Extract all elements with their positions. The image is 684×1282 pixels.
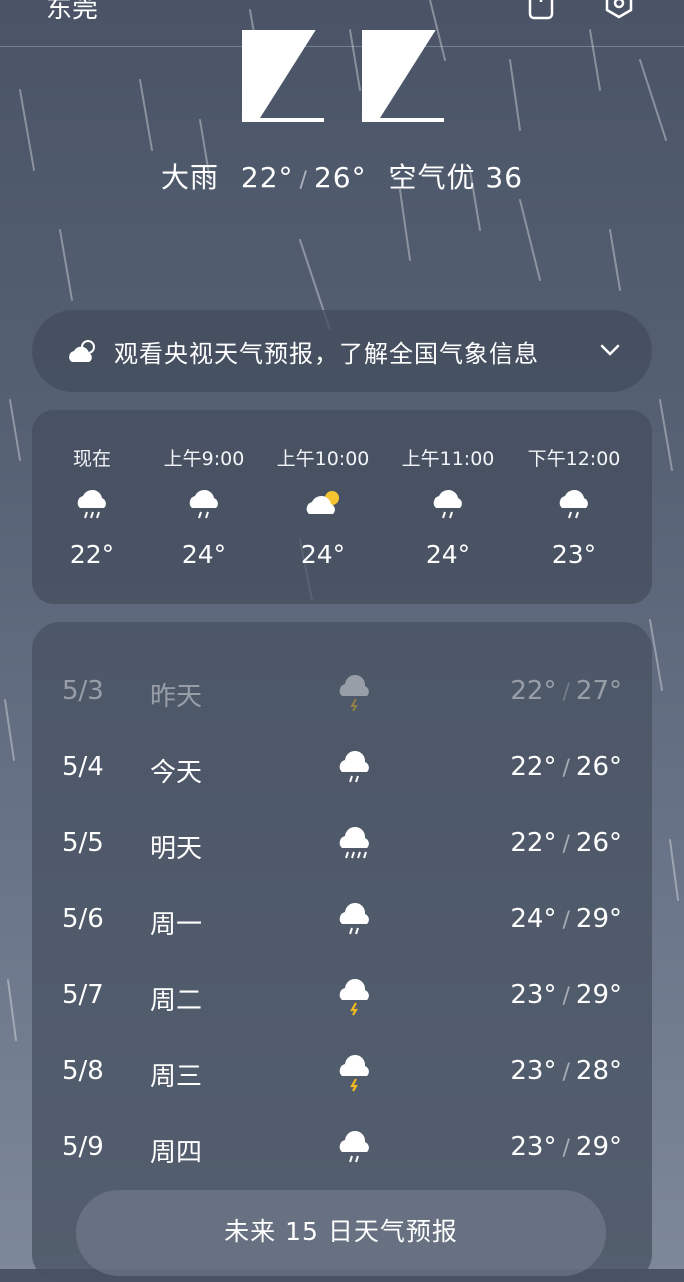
day-date: 5/9 [62, 1132, 104, 1162]
thunder-cloud-icon [339, 1054, 369, 1092]
15-day-forecast-button[interactable]: 未来 15 日天气预报 [76, 1190, 606, 1276]
day-high: 26° [575, 752, 622, 782]
daily-forecast: 5/3 昨天 22°/27° 5/4 今天 22°/26° 5/5 明天 22°… [32, 622, 652, 1282]
temp-separator: / [562, 908, 570, 933]
hour-temp: 23° [551, 540, 597, 569]
day-label: 明天 [150, 834, 203, 864]
daily-row[interactable]: 5/7 周二 23°/29° [32, 968, 652, 1028]
day-low: 22° [510, 676, 557, 706]
temp-separator: / [562, 680, 570, 705]
air-quality[interactable]: 空气优 36 [389, 161, 524, 194]
hour-temp: 24° [300, 540, 346, 569]
cctv-forecast-banner[interactable]: 观看央视天气预报，了解全国气象信息 [32, 310, 652, 392]
hour-temp: 22° [69, 540, 115, 569]
day-high: 27° [575, 676, 622, 706]
hourly-forecast[interactable]: 现在 22° 上午9:00 24° 上午10:00 24° 上午11:00 24… [32, 410, 652, 604]
rain-cloud-icon [339, 902, 369, 935]
day-label: 今天 [150, 758, 203, 788]
heavy-rain-cloud-icon [339, 826, 369, 859]
rain-cloud-icon [189, 489, 218, 519]
day-low: 22° [510, 752, 557, 782]
daily-row[interactable]: 5/3 昨天 22°/27° [32, 664, 652, 724]
day-high: 29° [575, 1132, 622, 1162]
hour-time: 上午11:00 [401, 448, 495, 470]
city-name[interactable]: 东莞 [46, 0, 98, 25]
thunder-cloud-icon [339, 978, 369, 1016]
daily-row[interactable]: 5/6 周一 24°/29° [32, 892, 652, 952]
day-temps: 22°/26° [510, 828, 622, 858]
day-temps: 23°/28° [510, 1056, 622, 1086]
day-label: 昨天 [150, 682, 203, 712]
day-date: 5/3 [62, 676, 104, 706]
rain-cloud-icon [339, 750, 369, 783]
day-date: 5/6 [62, 904, 104, 934]
day-temps: 22°/27° [510, 676, 622, 706]
rain-cloud-icon [559, 489, 588, 519]
partly-cloudy-icon [306, 491, 339, 514]
day-label: 周二 [150, 986, 203, 1016]
day-high: 26° [575, 828, 622, 858]
day-label: 周三 [150, 1062, 203, 1092]
daily-row[interactable]: 5/9 周四 23°/29° [32, 1120, 652, 1180]
phone-icon[interactable] [524, 0, 558, 20]
daily-row[interactable]: 5/4 今天 22°/26° [32, 740, 652, 800]
day-low: 24° [510, 904, 557, 934]
day-temps: 23°/29° [510, 980, 622, 1010]
daily-row[interactable]: 5/5 明天 22°/26° [32, 816, 652, 876]
temp-separator: / [562, 984, 570, 1009]
day-date: 5/4 [62, 752, 104, 782]
condition-text: 大雨 [160, 161, 219, 194]
rain-cloud-icon [433, 489, 462, 519]
temp-separator: / [299, 168, 308, 193]
day-high: 29° [575, 980, 622, 1010]
day-high: 29° [575, 904, 622, 934]
day-low: 23° [510, 1056, 557, 1086]
current-temperature: 22 [0, 20, 684, 134]
temp-separator: / [562, 1136, 570, 1161]
low-temp: 22° [240, 161, 294, 194]
hour-time: 下午12:00 [527, 448, 621, 470]
day-temps: 23°/29° [510, 1132, 622, 1162]
day-date: 5/8 [62, 1056, 104, 1086]
big-temp-digits [242, 20, 444, 122]
day-low: 23° [510, 1132, 557, 1162]
temp-separator: / [562, 832, 570, 857]
hour-time: 上午10:00 [276, 448, 370, 470]
hour-time: 上午9:00 [163, 448, 245, 470]
settings-icon[interactable] [602, 0, 636, 20]
chevron-down-icon[interactable] [598, 338, 622, 362]
cloudy-sun-icon [69, 340, 95, 362]
temp-separator: / [562, 756, 570, 781]
day-label: 周四 [150, 1138, 203, 1168]
day-date: 5/7 [62, 980, 104, 1010]
day-date: 5/5 [62, 828, 104, 858]
day-temps: 22°/26° [510, 752, 622, 782]
banner-text: 观看央视天气预报，了解全国气象信息 [114, 339, 539, 368]
rain-cloud-icon [77, 489, 106, 519]
day-high: 28° [575, 1056, 622, 1086]
day-label: 周一 [150, 910, 203, 940]
temp-separator: / [562, 1060, 570, 1085]
day-low: 23° [510, 980, 557, 1010]
day-temps: 24°/29° [510, 904, 622, 934]
thunder-cloud-icon [339, 674, 369, 712]
daily-row[interactable]: 5/8 周三 23°/28° [32, 1044, 652, 1104]
weather-summary: 大雨 22°/26° 空气优 36 [0, 156, 684, 196]
hour-temp: 24° [181, 540, 227, 569]
rain-cloud-icon [339, 1130, 369, 1163]
hour-time: 现在 [72, 448, 111, 470]
high-temp: 26° [313, 161, 367, 194]
day-low: 22° [510, 828, 557, 858]
hour-temp: 24° [425, 540, 471, 569]
